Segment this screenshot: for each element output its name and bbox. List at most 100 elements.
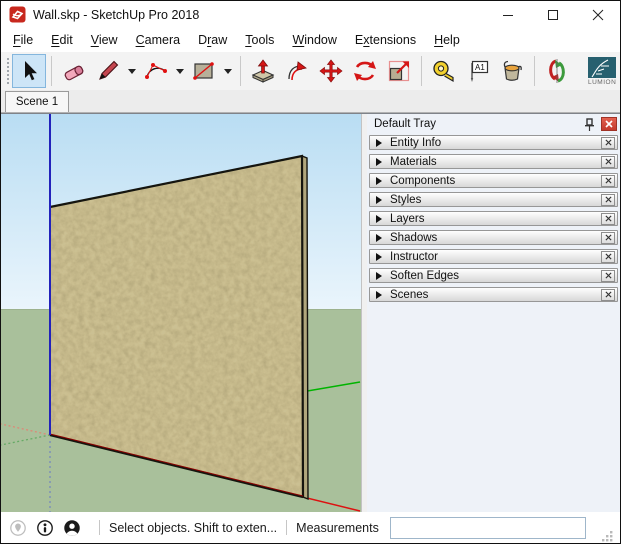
section-close-button[interactable]: [601, 194, 615, 206]
select-tool-button[interactable]: [12, 54, 46, 88]
expand-arrow-icon: [376, 253, 382, 261]
tape-measure-tool-button[interactable]: [427, 54, 461, 88]
menu-draw[interactable]: Draw: [189, 30, 236, 50]
tray-section-instructor[interactable]: Instructor: [369, 249, 618, 264]
lumion-caption: LUMION: [588, 79, 616, 86]
follow-me-icon: [284, 58, 310, 84]
toolbar-drag-handle[interactable]: [5, 56, 10, 86]
tray-section-styles[interactable]: Styles: [369, 192, 618, 207]
tray-section-entity-info[interactable]: Entity Info: [369, 135, 618, 150]
main-area: Default Tray: [1, 113, 620, 512]
line-tool-dropdown[interactable]: [125, 54, 139, 88]
toolbar-separator: [534, 56, 535, 86]
rectangle-tool-button[interactable]: [187, 54, 221, 88]
close-button[interactable]: [575, 1, 620, 28]
rotate-icon: [352, 58, 378, 84]
menubar: File Edit View Camera Draw Tools Window …: [1, 28, 620, 52]
sign-in-avatar-icon[interactable]: [63, 519, 81, 537]
section-close-button[interactable]: [601, 251, 615, 263]
section-close-button[interactable]: [601, 270, 615, 282]
line-tool-button[interactable]: [91, 54, 125, 88]
default-tray: Default Tray: [367, 114, 620, 512]
tray-sections: Entity Info Materials Components Styles: [367, 134, 620, 307]
credits-info-icon[interactable]: [36, 519, 54, 537]
arc-tool-dropdown[interactable]: [173, 54, 187, 88]
chevron-down-icon: [176, 69, 184, 74]
expand-arrow-icon: [376, 291, 382, 299]
menu-file[interactable]: File: [4, 30, 42, 50]
tray-section-layers[interactable]: Layers: [369, 211, 618, 226]
titlebar: Wall.skp - SketchUp Pro 2018: [1, 1, 620, 28]
model-scene[interactable]: [1, 114, 361, 512]
menu-extensions[interactable]: Extensions: [346, 30, 425, 50]
menu-window[interactable]: Window: [283, 30, 345, 50]
lumion-livesync-button[interactable]: [540, 54, 574, 88]
arc-tool-button[interactable]: [139, 54, 173, 88]
tray-section-materials[interactable]: Materials: [369, 154, 618, 169]
close-icon: [605, 215, 612, 222]
lumion-logo[interactable]: LUMION: [588, 57, 620, 86]
expand-arrow-icon: [376, 196, 382, 204]
statusbar-separator: [286, 520, 287, 535]
menu-help[interactable]: Help: [425, 30, 469, 50]
text-tool-button[interactable]: A1: [461, 54, 495, 88]
select-arrow-icon: [17, 59, 41, 83]
close-icon: [605, 158, 612, 165]
paint-bucket-tool-button[interactable]: [495, 54, 529, 88]
pin-icon: [584, 118, 595, 131]
menu-tools[interactable]: Tools: [236, 30, 283, 50]
toolbar-separator: [421, 56, 422, 86]
menu-camera[interactable]: Camera: [127, 30, 189, 50]
section-close-button[interactable]: [601, 213, 615, 225]
tray-close-button[interactable]: [601, 117, 617, 131]
move-icon: [318, 58, 344, 84]
tab-scene-1[interactable]: Scene 1: [5, 91, 69, 112]
rotate-tool-button[interactable]: [348, 54, 382, 88]
eraser-icon: [61, 58, 87, 84]
section-close-button[interactable]: [601, 175, 615, 187]
section-close-button[interactable]: [601, 137, 615, 149]
tray-section-soften-edges[interactable]: Soften Edges: [369, 268, 618, 283]
chevron-down-icon: [128, 69, 136, 74]
sketchup-logo-icon: [9, 6, 26, 23]
measurements-label: Measurements: [296, 521, 379, 535]
section-close-button[interactable]: [601, 232, 615, 244]
status-hint: Select objects. Shift to exten...: [109, 521, 277, 535]
section-close-button[interactable]: [601, 289, 615, 301]
rectangle-tool-dropdown[interactable]: [221, 54, 235, 88]
menu-edit[interactable]: Edit: [42, 30, 82, 50]
close-icon: [605, 196, 612, 203]
minimize-button[interactable]: [485, 1, 530, 28]
lumion-livesync-icon: [544, 58, 570, 84]
tray-section-components[interactable]: Components: [369, 173, 618, 188]
eraser-tool-button[interactable]: [57, 54, 91, 88]
arc-icon: [143, 58, 169, 84]
scale-tool-button[interactable]: [382, 54, 416, 88]
expand-arrow-icon: [376, 234, 382, 242]
move-tool-button[interactable]: [314, 54, 348, 88]
menu-view[interactable]: View: [82, 30, 127, 50]
pencil-icon: [95, 58, 121, 84]
measurements-input[interactable]: [390, 517, 586, 539]
window-controls: [485, 1, 620, 28]
close-icon: [605, 253, 612, 260]
close-icon: [605, 139, 612, 146]
tray-title: Default Tray: [374, 118, 436, 130]
scene-tab-bar: Scene 1: [1, 90, 620, 113]
tray-section-scenes[interactable]: Scenes: [369, 287, 618, 302]
model-viewport[interactable]: [1, 114, 361, 512]
maximize-button[interactable]: [530, 1, 575, 28]
window-resize-grip[interactable]: [601, 530, 614, 543]
close-icon: [592, 9, 604, 21]
section-close-button[interactable]: [601, 156, 615, 168]
tray-pin-button[interactable]: [581, 117, 597, 132]
statusbar: Select objects. Shift to exten... Measur…: [1, 512, 620, 543]
tape-measure-icon: [431, 58, 457, 84]
push-pull-tool-button[interactable]: [246, 54, 280, 88]
follow-me-tool-button[interactable]: [280, 54, 314, 88]
sketchup-window: Wall.skp - SketchUp Pro 2018 File Edit V…: [0, 0, 621, 544]
tray-section-shadows[interactable]: Shadows: [369, 230, 618, 245]
expand-arrow-icon: [376, 177, 382, 185]
expand-arrow-icon: [376, 272, 382, 280]
minimize-icon: [502, 9, 514, 21]
